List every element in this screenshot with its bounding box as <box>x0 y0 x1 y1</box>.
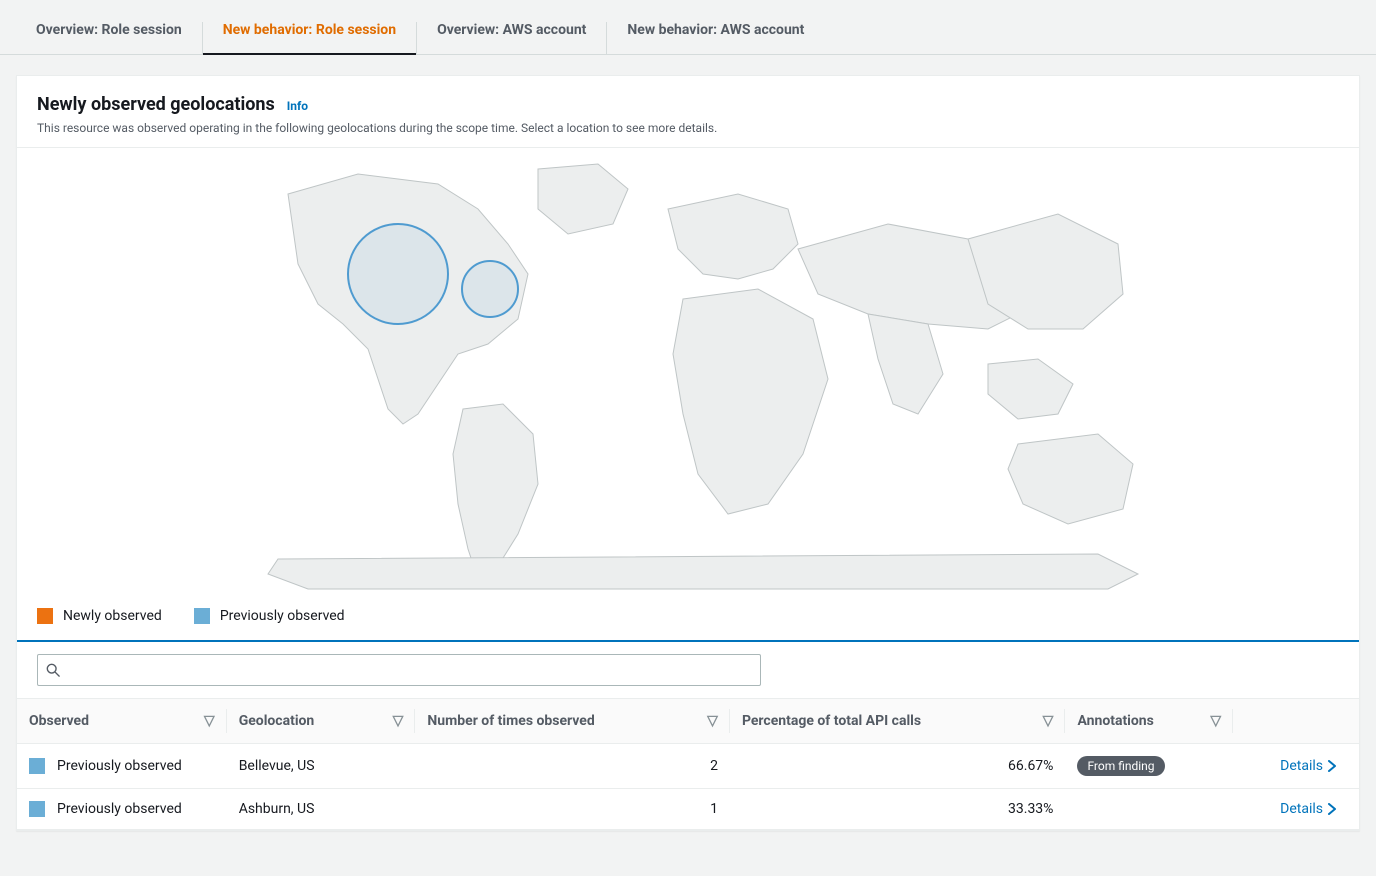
info-link[interactable]: Info <box>287 99 308 113</box>
annotations-cell <box>1065 789 1233 830</box>
tab-new-behavior-role-session[interactable]: New behavior: Role session <box>202 22 416 54</box>
map-circle-1[interactable] <box>348 224 448 324</box>
chevron-right-icon <box>1327 803 1337 815</box>
sort-icon: ▽ <box>707 713 718 729</box>
sort-icon: ▽ <box>393 713 404 729</box>
table-header-row: Observed ▽ Geolocation ▽ Number of times… <box>17 699 1359 744</box>
table-row: Previously observed Ashburn, US 1 33.33%… <box>17 789 1359 830</box>
geolocations-table: Observed ▽ Geolocation ▽ Number of times… <box>17 698 1359 830</box>
legend-item-new: Newly observed <box>37 608 162 624</box>
col-observed-header[interactable]: Observed ▽ <box>17 699 227 744</box>
col-annotations-label: Annotations <box>1077 713 1153 729</box>
table-row: Previously observed Bellevue, US 2 66.67… <box>17 744 1359 789</box>
observed-label: Previously observed <box>57 758 182 774</box>
tab-overview-role-session[interactable]: Overview: Role session <box>18 22 202 54</box>
sort-icon: ▽ <box>204 713 215 729</box>
observed-cell: Previously observed <box>29 758 215 774</box>
pct-cell: 33.33% <box>730 789 1066 830</box>
map-legend: Newly observed Previously observed <box>17 604 1359 640</box>
legend-new-label: Newly observed <box>63 608 162 624</box>
search-row <box>17 642 1359 690</box>
world-map[interactable] <box>17 148 1359 604</box>
geolocation-cell: Ashburn, US <box>227 789 416 830</box>
map-circle-2[interactable] <box>462 261 518 317</box>
tab-overview-aws-account[interactable]: Overview: AWS account <box>416 22 606 54</box>
tab-new-behavior-aws-account[interactable]: New behavior: AWS account <box>606 22 824 54</box>
col-pct-header[interactable]: Percentage of total API calls ▽ <box>730 699 1066 744</box>
tabs-container: Overview: Role session New behavior: Rol… <box>0 0 1376 55</box>
details-label: Details <box>1280 758 1323 774</box>
times-cell: 2 <box>415 744 730 789</box>
sort-icon: ▽ <box>1043 713 1054 729</box>
col-pct-label: Percentage of total API calls <box>742 713 921 729</box>
square-swatch-icon <box>194 608 210 624</box>
legend-item-prev: Previously observed <box>194 608 345 624</box>
col-times-header[interactable]: Number of times observed ▽ <box>415 699 730 744</box>
details-link[interactable]: Details <box>1280 758 1347 774</box>
observed-cell: Previously observed <box>29 801 215 817</box>
details-link[interactable]: Details <box>1280 801 1347 817</box>
square-swatch-icon <box>29 801 45 817</box>
geolocation-cell: Bellevue, US <box>227 744 416 789</box>
col-geolocation-label: Geolocation <box>239 713 315 729</box>
panel-title: Newly observed geolocations <box>37 94 275 115</box>
search-input[interactable] <box>68 662 752 678</box>
panel-header: Newly observed geolocations Info This re… <box>17 76 1359 148</box>
col-observed-label: Observed <box>29 713 89 729</box>
search-icon <box>46 663 60 677</box>
world-map-svg <box>228 154 1148 592</box>
geolocations-panel: Newly observed geolocations Info This re… <box>16 75 1360 831</box>
details-label: Details <box>1280 801 1323 817</box>
times-cell: 1 <box>415 789 730 830</box>
observed-label: Previously observed <box>57 801 182 817</box>
square-swatch-icon <box>29 758 45 774</box>
annotation-badge: From finding <box>1077 756 1164 776</box>
chevron-right-icon <box>1327 760 1337 772</box>
annotations-cell: From finding <box>1065 744 1233 789</box>
search-box[interactable] <box>37 654 761 686</box>
col-times-label: Number of times observed <box>427 713 594 729</box>
square-swatch-icon <box>37 608 53 624</box>
legend-prev-label: Previously observed <box>220 608 345 624</box>
col-details-header <box>1233 699 1359 744</box>
pct-cell: 66.67% <box>730 744 1066 789</box>
col-annotations-header[interactable]: Annotations ▽ <box>1065 699 1233 744</box>
sort-icon: ▽ <box>1210 713 1221 729</box>
panel-description: This resource was observed operating in … <box>37 121 1339 135</box>
col-geolocation-header[interactable]: Geolocation ▽ <box>227 699 416 744</box>
